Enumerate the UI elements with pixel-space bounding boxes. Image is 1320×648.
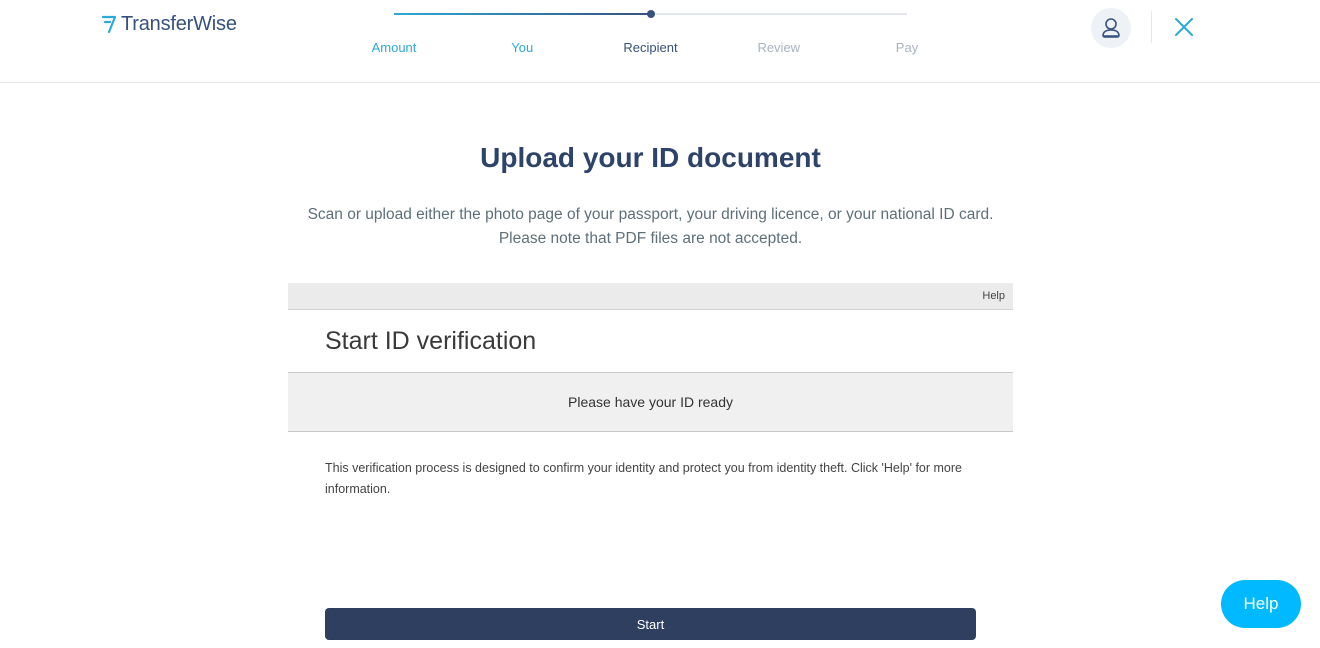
transferwise-logo[interactable]: TransferWise — [102, 10, 237, 38]
account-avatar-button[interactable] — [1091, 8, 1131, 48]
id-ready-text: Please have your ID ready — [568, 394, 733, 410]
verification-info-text: This verification process is designed to… — [325, 461, 962, 496]
step-pay: Pay — [895, 40, 919, 55]
id-verification-widget: Help Start ID verification Please have y… — [288, 283, 1013, 648]
close-icon — [1175, 18, 1193, 36]
widget-help-link[interactable]: Help — [982, 290, 1005, 302]
step-recipient[interactable]: Recipient — [601, 40, 701, 55]
top-bar: TransferWise Amount You Recipient Review Pay — [0, 0, 1320, 83]
transferwise-flag-icon — [102, 15, 117, 34]
page-description: Scan or upload either the photo page of … — [307, 206, 994, 247]
close-button[interactable] — [1170, 13, 1198, 41]
help-chat-button[interactable]: Help — [1221, 580, 1301, 628]
stepper-current-dot — [646, 10, 655, 18]
start-verification-button[interactable]: Start — [325, 608, 976, 640]
step-you[interactable]: You — [472, 40, 572, 55]
step-review: Review — [757, 40, 801, 55]
id-ready-banner: Please have your ID ready — [288, 372, 1013, 432]
logo-text: TransferWise — [121, 12, 237, 35]
page-title: Upload your ID document — [480, 142, 821, 173]
verification-title: Start ID verification — [325, 327, 537, 355]
widget-help-bar: Help — [288, 283, 1013, 310]
stepper-track-fill — [394, 13, 651, 15]
user-avatar-icon — [1102, 18, 1120, 38]
progress-stepper: Amount You Recipient Review Pay — [330, 0, 970, 82]
header-divider — [1151, 11, 1152, 43]
step-amount[interactable]: Amount — [344, 40, 444, 55]
